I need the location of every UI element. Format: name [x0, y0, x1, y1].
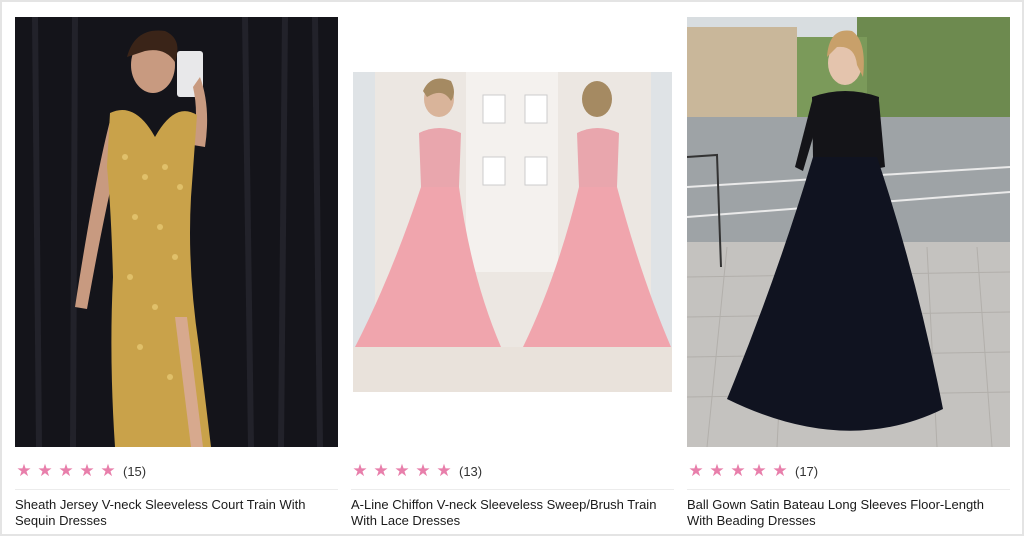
- star-icon: ★: [373, 461, 389, 480]
- star-icon: ★: [58, 461, 74, 480]
- rating-row: ★ ★ ★ ★ ★ (13): [351, 462, 674, 480]
- product-title-link[interactable]: A-Line Chiffon V-neck Sleeveless Sweep/B…: [351, 497, 674, 529]
- star-rating: ★ ★ ★ ★ ★: [15, 462, 117, 480]
- product-image[interactable]: [351, 17, 674, 447]
- star-icon: ★: [688, 461, 704, 480]
- product-title-link[interactable]: Ball Gown Satin Bateau Long Sleeves Floo…: [687, 497, 1010, 529]
- review-count[interactable]: (13): [459, 464, 482, 479]
- review-count[interactable]: (17): [795, 464, 818, 479]
- product-image[interactable]: [687, 17, 1010, 447]
- product-grid-frame: ★ ★ ★ ★ ★ (15) Sheath Jersey V-neck Slee…: [0, 0, 1024, 536]
- product-title-link[interactable]: Sheath Jersey V-neck Sleeveless Court Tr…: [15, 497, 338, 529]
- star-icon: ★: [100, 461, 116, 480]
- star-icon: ★: [436, 461, 452, 480]
- review-count[interactable]: (15): [123, 464, 146, 479]
- star-icon: ★: [16, 461, 32, 480]
- divider: [687, 489, 1010, 490]
- star-icon: ★: [79, 461, 95, 480]
- divider: [15, 489, 338, 490]
- star-icon: ★: [394, 461, 410, 480]
- star-icon: ★: [751, 461, 767, 480]
- product-grid: ★ ★ ★ ★ ★ (15) Sheath Jersey V-neck Slee…: [15, 17, 1010, 529]
- star-icon: ★: [772, 461, 788, 480]
- rating-row: ★ ★ ★ ★ ★ (17): [687, 462, 1010, 480]
- divider: [351, 489, 674, 490]
- product-image[interactable]: [15, 17, 338, 447]
- star-icon: ★: [37, 461, 53, 480]
- star-rating: ★ ★ ★ ★ ★: [351, 462, 453, 480]
- rating-row: ★ ★ ★ ★ ★ (15): [15, 462, 338, 480]
- star-icon: ★: [730, 461, 746, 480]
- star-icon: ★: [352, 461, 368, 480]
- product-card[interactable]: ★ ★ ★ ★ ★ (15) Sheath Jersey V-neck Slee…: [15, 17, 338, 529]
- star-rating: ★ ★ ★ ★ ★: [687, 462, 789, 480]
- product-card[interactable]: ★ ★ ★ ★ ★ (13) A-Line Chiffon V-neck Sle…: [351, 17, 674, 529]
- product-card[interactable]: ★ ★ ★ ★ ★ (17) Ball Gown Satin Bateau Lo…: [687, 17, 1010, 529]
- star-icon: ★: [415, 461, 431, 480]
- star-icon: ★: [709, 461, 725, 480]
